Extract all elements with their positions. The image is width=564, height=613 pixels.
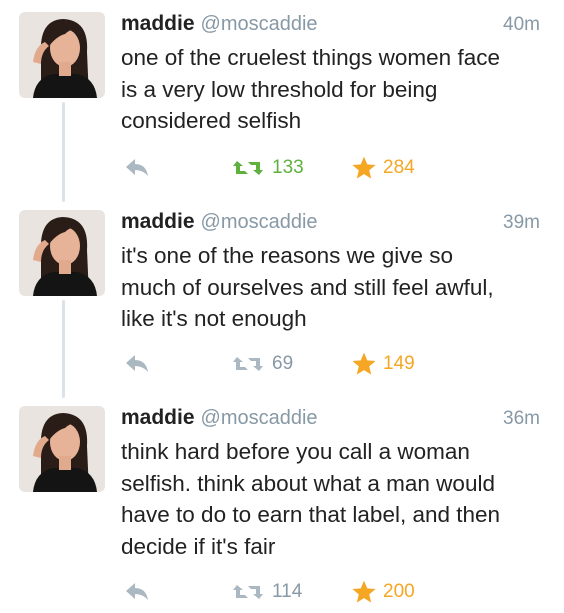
- tweet-actions: 69 149: [0, 352, 564, 376]
- tweet-text-line: selfish. think about what a man would: [121, 470, 495, 496]
- tweet-text: think hard before you call a woman selfi…: [121, 436, 546, 562]
- star-icon: [352, 156, 376, 179]
- user-handle[interactable]: @moscaddie: [201, 407, 318, 429]
- star-icon: [352, 352, 376, 375]
- reply-arrow-icon: [126, 355, 148, 372]
- retweet-button[interactable]: 114: [232, 580, 302, 604]
- timestamp[interactable]: 40m: [503, 14, 540, 36]
- user-handle[interactable]: @moscaddie: [201, 13, 318, 35]
- tweet-text: one of the cruelest things women face is…: [121, 42, 546, 137]
- display-name[interactable]: maddie @moscaddie: [121, 210, 318, 234]
- avatar[interactable]: [19, 406, 105, 492]
- display-name[interactable]: maddie @moscaddie: [121, 12, 318, 36]
- favorite-count: 200: [383, 581, 415, 602]
- reply-button[interactable]: [124, 580, 150, 602]
- tweet-actions: 133 284: [0, 156, 564, 180]
- tweet-text-line: much of ourselves and still feel awful,: [121, 274, 494, 300]
- reply-arrow-icon: [126, 159, 148, 176]
- display-name-text[interactable]: maddie: [121, 406, 195, 429]
- display-name-text[interactable]: maddie: [121, 210, 195, 233]
- tweet-text-line: considered selfish: [121, 108, 302, 133]
- tweet-text-line: like it's not enough: [121, 306, 307, 331]
- timestamp[interactable]: 36m: [503, 408, 540, 430]
- tweet-text-line: think hard before you call a woman: [121, 439, 470, 464]
- display-name-text[interactable]: maddie: [121, 12, 195, 35]
- favorite-button[interactable]: 149: [351, 351, 415, 377]
- reply-button[interactable]: [124, 352, 150, 374]
- favorite-count: 284: [383, 157, 415, 178]
- tweet-text-line: have to do to earn that label, and then: [121, 502, 501, 527]
- timestamp[interactable]: 39m: [503, 212, 540, 234]
- tweet-text-line: decide if it's fair: [121, 533, 276, 559]
- display-name[interactable]: maddie @moscaddie: [121, 406, 318, 430]
- tweet-text-line: is a very low threshold for being: [121, 76, 438, 102]
- reply-arrow-icon: [126, 583, 148, 600]
- retweet-count: 69: [272, 353, 294, 374]
- star-icon: [352, 580, 376, 603]
- tweet-text: it's one of the reasons we give so much …: [121, 240, 546, 335]
- favorite-count: 149: [383, 353, 415, 374]
- retweet-icon: [233, 161, 263, 175]
- retweet-button[interactable]: 133: [232, 156, 304, 180]
- thread-line: [62, 102, 65, 202]
- avatar[interactable]: [19, 12, 105, 98]
- retweet-count: 133: [272, 157, 304, 178]
- thread-line: [62, 300, 65, 398]
- favorite-button[interactable]: 200: [351, 579, 415, 605]
- avatar[interactable]: [19, 210, 105, 296]
- retweet-button[interactable]: 69: [232, 352, 293, 376]
- tweet-text-line: one of the cruelest things women face: [121, 45, 500, 70]
- retweet-count: 114: [272, 581, 303, 602]
- reply-button[interactable]: [124, 156, 150, 178]
- retweet-icon: [233, 357, 263, 371]
- retweet-icon: [233, 585, 263, 599]
- tweet-text-line: it's one of the reasons we give so: [121, 243, 453, 268]
- tweet-actions: 114 200: [0, 580, 564, 604]
- favorite-button[interactable]: 284: [351, 155, 415, 181]
- user-handle[interactable]: @moscaddie: [201, 211, 318, 233]
